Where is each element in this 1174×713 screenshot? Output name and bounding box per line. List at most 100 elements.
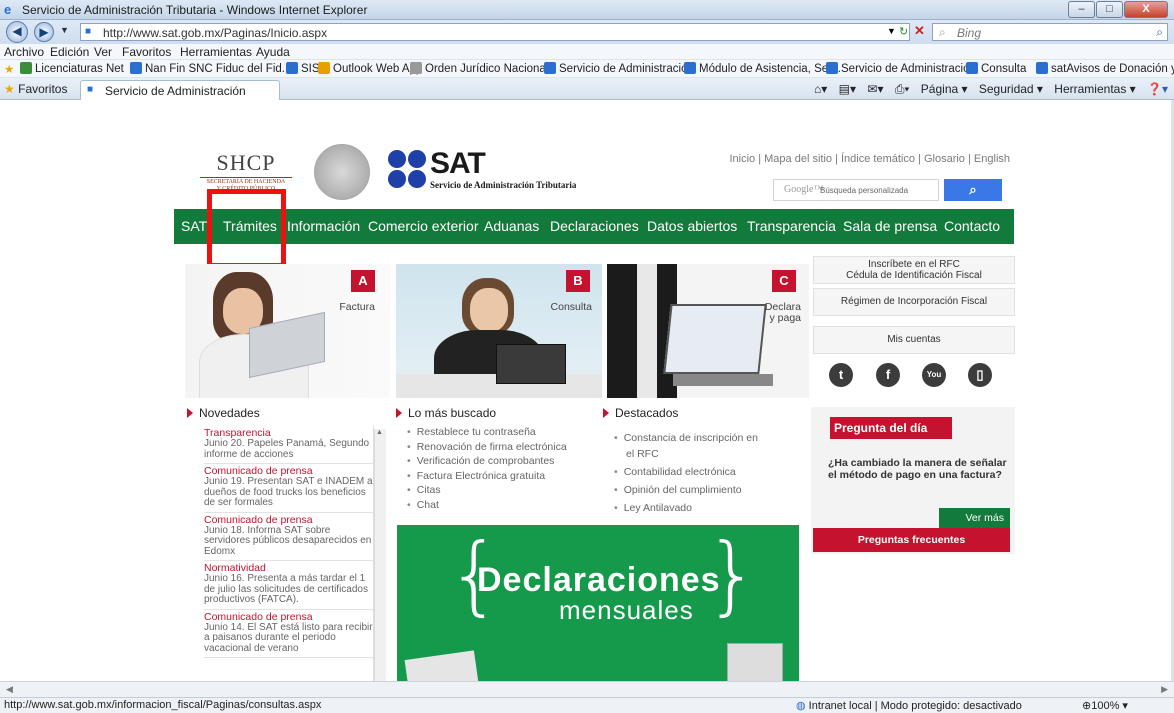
link-glosario[interactable]: Glosario: [924, 153, 965, 165]
banner-letter: C: [772, 270, 796, 292]
banner-factura[interactable]: A Factura: [185, 264, 390, 398]
novedades-scrollbar[interactable]: ▲: [374, 429, 386, 681]
stop-icon[interactable]: ✕: [914, 23, 925, 39]
pregunta-question[interactable]: ¿Ha cambiado la manera de señalar el mét…: [828, 457, 1008, 481]
security-menu[interactable]: Seguridad ▾: [979, 82, 1043, 96]
scroll-left-icon[interactable]: ◀: [6, 684, 13, 695]
fav-item[interactable]: SIS: [286, 62, 320, 75]
fav-item[interactable]: Consulta: [966, 62, 1026, 75]
menu-ayuda[interactable]: Ayuda: [256, 45, 290, 59]
mis-cuentas-button[interactable]: Mis cuentas: [813, 326, 1015, 354]
link-mapa[interactable]: Mapa del sitio: [764, 153, 832, 165]
fav-item[interactable]: Módulo de Asistencia, Ser...: [684, 62, 841, 75]
list-item[interactable]: • Verificación de comprobantes: [407, 455, 587, 468]
fav-item[interactable]: Outlook Web App: [318, 62, 422, 75]
twitter-icon[interactable]: t: [829, 363, 853, 387]
search-box[interactable]: ⌕ Bing ⌕: [932, 23, 1168, 41]
list-item[interactable]: Transparencia Junio 20. Papeles Panamá, S…: [204, 426, 373, 464]
list-item[interactable]: • Ley Antilavado: [614, 500, 764, 516]
maximize-button[interactable]: □: [1096, 1, 1123, 18]
menu-edicion[interactable]: Edición: [50, 45, 89, 59]
minimize-button[interactable]: –: [1068, 1, 1095, 18]
zoom-level[interactable]: ⊕100% ▾: [1082, 699, 1128, 712]
triangle-icon: [187, 408, 193, 418]
nav-sala-de-prensa[interactable]: Sala de prensa: [843, 218, 937, 234]
apps-icon[interactable]: ▯: [968, 363, 992, 387]
close-button[interactable]: X: [1124, 1, 1168, 18]
back-button[interactable]: ◀: [6, 21, 28, 43]
scroll-right-icon[interactable]: ▶: [1161, 684, 1168, 695]
nav-datos-abiertos[interactable]: Datos abiertos: [647, 218, 737, 234]
buscado-heading: Lo más buscado: [396, 406, 496, 420]
list-item[interactable]: • Renovación de firma electrónica: [407, 441, 587, 454]
feeds-icon[interactable]: ▤▾: [839, 82, 856, 96]
google-search-button[interactable]: ⌕: [944, 179, 1002, 201]
list-item[interactable]: • Citas: [407, 484, 587, 497]
page-menu[interactable]: Página ▾: [921, 82, 968, 96]
tools-menu[interactable]: Herramientas ▾: [1054, 82, 1135, 96]
link-indice[interactable]: Índice temático: [841, 153, 915, 165]
regimen-button[interactable]: Régimen de Incorporación Fiscal: [813, 288, 1015, 316]
novedades-list: Transparencia Junio 20. Papeles Panamá, S…: [198, 426, 374, 681]
rfc-button[interactable]: Inscríbete en el RFC Cédula de Identific…: [813, 256, 1015, 284]
search-icon[interactable]: ⌕: [1156, 25, 1163, 40]
nav-declaraciones[interactable]: Declaraciones: [550, 218, 639, 234]
shcp-logo[interactable]: SHCP SECRETARÍA DE HACIENDA Y CRÉDITO PÚ…: [200, 150, 292, 193]
home-icon[interactable]: ⌂▾: [814, 82, 827, 96]
google-search-input[interactable]: Google™ Búsqueda personalizada: [773, 179, 939, 201]
fav-item[interactable]: Licenciaturas Net: [20, 62, 124, 75]
nav-aduanas[interactable]: Aduanas: [484, 218, 539, 234]
link-english[interactable]: English: [974, 153, 1010, 165]
menu-favoritos[interactable]: Favoritos: [122, 45, 171, 59]
fav-item[interactable]: Servicio de Administració...: [544, 62, 697, 75]
scroll-up-icon[interactable]: ▲: [376, 429, 383, 436]
fav-item[interactable]: satAvisos de Donación y ...: [1036, 62, 1174, 75]
fav-item[interactable]: Orden Jurídico Nacional: [410, 62, 548, 75]
nav-transparencia[interactable]: Transparencia: [747, 218, 836, 234]
declaraciones-banner[interactable]: { Declaraciones mensuales }: [397, 525, 799, 681]
mexico-seal-icon: [314, 144, 370, 200]
fav-item[interactable]: Servicio de Administració...: [826, 62, 979, 75]
ver-mas-button[interactable]: Ver más: [939, 508, 1010, 528]
fav-item[interactable]: Nan Fin SNC Fiduc del Fid...: [130, 62, 291, 75]
url-dropdown-icon[interactable]: ▼: [887, 26, 896, 36]
mail-icon[interactable]: ✉▾: [867, 82, 883, 96]
menu-herramientas[interactable]: Herramientas: [180, 45, 252, 59]
banner-declara[interactable]: C Declara y paga: [607, 264, 809, 398]
banner-consulta[interactable]: B Consulta: [396, 264, 602, 398]
refresh-icon[interactable]: ↻: [899, 25, 908, 38]
menu-ver[interactable]: Ver: [94, 45, 112, 59]
facebook-icon[interactable]: f: [876, 363, 900, 387]
list-item[interactable]: Normatividad Junio 16. Presenta a más tar…: [204, 561, 373, 610]
nav-contacto[interactable]: Contacto: [944, 218, 1000, 234]
security-zone[interactable]: ◍ Intranet local | Modo protegido: desac…: [796, 699, 1022, 712]
list-item[interactable]: • Chat: [407, 499, 587, 512]
print-icon[interactable]: ⎙▾: [895, 82, 910, 96]
add-favorite-icon[interactable]: ★: [4, 62, 14, 76]
url-box[interactable]: ■ http://www.sat.gob.mx/Paginas/Inicio.a…: [80, 23, 910, 41]
help-icon[interactable]: ❓▾: [1147, 82, 1168, 96]
status-bar: http://www.sat.gob.mx/informacion_fiscal…: [0, 697, 1174, 713]
nav-sat[interactable]: SAT: [181, 218, 207, 234]
list-item[interactable]: • Contabilidad electrónica: [614, 464, 764, 480]
list-item[interactable]: • Constancia de inscripción en el RFC: [614, 430, 764, 462]
list-item[interactable]: Comunicado de prensa Junio 18. Informa SA…: [204, 513, 373, 561]
list-item[interactable]: Comunicado de prensa Junio 14. El SAT est…: [204, 610, 373, 658]
nav-informacion[interactable]: Información: [287, 218, 360, 234]
list-item[interactable]: • Restablece tu contraseña: [407, 426, 587, 439]
tab-active[interactable]: ■ Servicio de Administración Tributaria: [80, 80, 280, 112]
nav-comercio-exterior[interactable]: Comercio exterior: [368, 218, 478, 234]
history-dropdown-icon[interactable]: ▼: [60, 25, 69, 35]
list-item[interactable]: • Factura Electrónica gratuita: [407, 470, 587, 483]
youtube-icon[interactable]: You: [922, 363, 946, 387]
favorites-button[interactable]: ★ Favoritos: [4, 82, 67, 96]
list-item[interactable]: • Opinión del cumplimiento: [614, 482, 764, 498]
menu-archivo[interactable]: Archivo: [4, 45, 44, 59]
preguntas-frecuentes-button[interactable]: Preguntas frecuentes: [813, 528, 1010, 552]
horizontal-scrollbar[interactable]: ◀ ▶: [0, 681, 1174, 697]
list-item[interactable]: Comunicado de prensa Junio 19. Presentan …: [204, 464, 373, 513]
banner-caption: Declara y paga: [764, 301, 801, 324]
url-text[interactable]: http://www.sat.gob.mx/Paginas/Inicio.asp…: [103, 26, 327, 40]
link-inicio[interactable]: Inicio: [729, 153, 755, 165]
forward-button[interactable]: ▶: [34, 22, 54, 42]
